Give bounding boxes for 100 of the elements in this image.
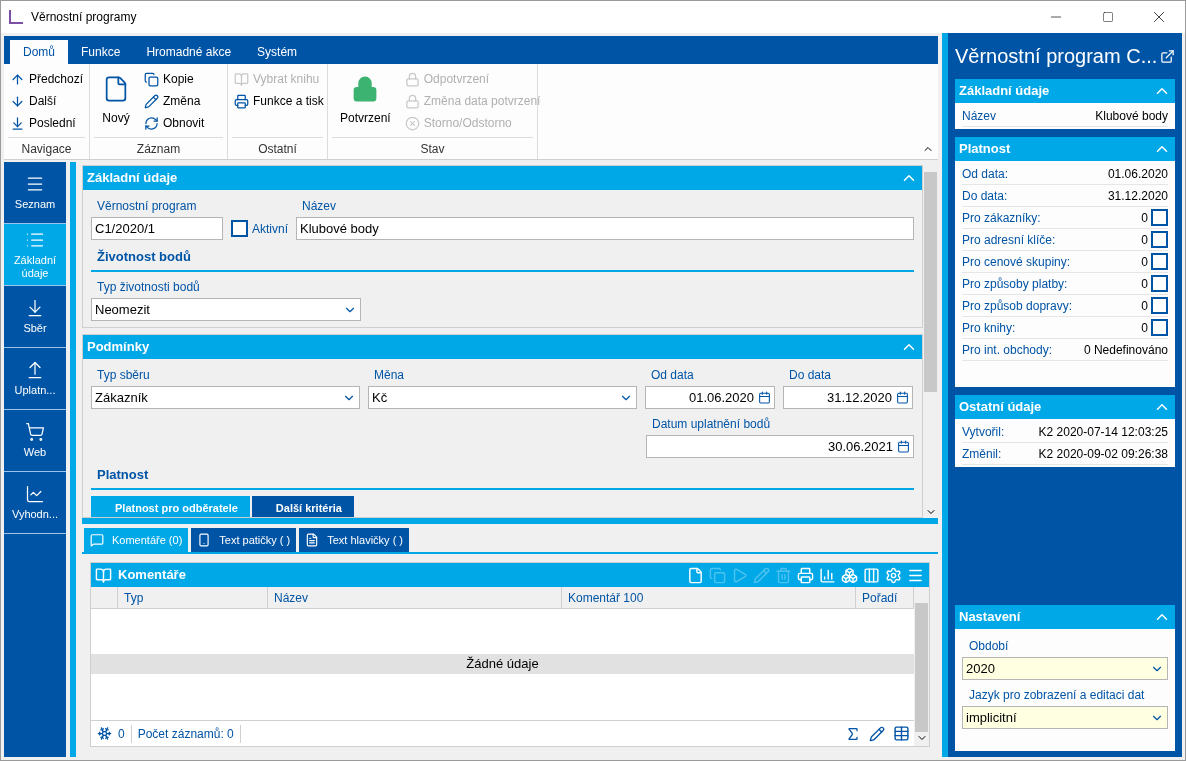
subsection-title: Životnost bodů [97,249,191,264]
row-value: 31.12.2020 [1107,187,1168,205]
row-value: K2 2020-09-02 09:26:38 [1038,445,1168,463]
row-value: 0 [1141,275,1148,293]
document-icon[interactable] [687,566,704,584]
tab[interactable]: Text hlavičky ( ) [299,528,409,552]
row-label: Do data: [962,187,1008,205]
pencil-icon [144,93,159,109]
nav-item[interactable]: Sběr [4,286,66,348]
checkbox[interactable] [1151,297,1168,314]
settings-dropdown[interactable]: 2020 [962,657,1168,680]
grid-title: Komentáře [118,566,186,585]
lifetime-dropdown[interactable]: Neomezit [91,298,361,321]
checkbox[interactable] [1151,319,1168,336]
section-title: Podmínky [87,338,150,357]
ribbon-tab[interactable]: Hromadné akce [133,40,245,64]
row-label: Název [962,107,996,125]
checkbox[interactable] [1151,231,1168,248]
field-label: Období [969,639,1009,653]
arrow-up-icon [10,71,25,87]
nav-item[interactable]: Web [4,410,66,472]
field-label: Věrnostní program [97,199,197,213]
row-label: Pro zákazníky: [962,209,1041,227]
collect-dropdown[interactable]: Zákazník [91,386,360,409]
field-label: Do data [789,368,832,382]
calendar-icon[interactable] [897,440,910,453]
nav-item[interactable]: Uplatn... [4,348,66,410]
row-value: 0 [1141,253,1148,271]
pencil-icon[interactable] [869,725,885,742]
date-field[interactable]: 30.06.2021 [646,435,914,458]
row-value: K2 2020-07-14 12:03:25 [1038,423,1168,441]
bar-chart-icon[interactable] [819,566,836,584]
name-field[interactable]: Klubové body [296,217,914,240]
ribbon-button[interactable]: Funkce a tisk [234,90,324,112]
lock-icon [404,93,420,109]
row-label: Pro adresní klíče: [962,231,1056,249]
columns-icon[interactable] [863,566,880,584]
row-value: 0 [1141,319,1148,337]
nav-item[interactable]: Vyhodn... [4,472,66,534]
field-label: Typ životnosti bodů [97,280,200,294]
checkbox[interactable] [1151,275,1168,292]
ribbon-button[interactable]: Kopie [144,68,205,90]
tab[interactable]: Text patičky ( ) [191,528,297,552]
section-title: Základní údaje [87,169,178,188]
calendar-icon[interactable] [758,391,771,404]
row-label: Pro int. obchody: [962,341,1053,359]
section-title: Nastavení [959,608,1021,627]
row-label: Od data: [962,165,1009,183]
field-label: Datum uplatnění bodů [652,417,771,431]
sum-icon[interactable] [845,725,861,742]
column-header[interactable]: Komentář 100 [562,587,856,608]
column-header[interactable]: Typ [118,587,268,608]
calendar-icon[interactable] [896,391,909,404]
program-field[interactable]: C1/2020/1 [91,217,223,240]
ribbon-button[interactable]: Potvrzení [334,68,397,134]
group-title: Navigace [21,140,72,158]
row-value: 01.06.2020 [1107,165,1168,183]
arrow-to-line-icon [10,115,25,131]
ribbon-button[interactable]: Další [10,90,84,112]
printer-icon[interactable] [797,566,814,584]
maximize-icon[interactable] [1102,11,1114,23]
phone-icon [197,533,212,547]
arrow-down-icon [10,93,25,109]
checkbox[interactable] [1151,253,1168,270]
panel-title: Věrnostní program C... [955,44,1158,69]
field-label: Od data [651,368,694,382]
tab[interactable]: Další kritéria [251,496,354,517]
book-icon [95,566,112,584]
group-title: Ostatní [258,140,297,158]
popout-icon[interactable] [1160,48,1175,64]
snowflake-icon[interactable] [97,726,112,741]
ribbon-button[interactable]: Změna [144,90,205,112]
printer-icon [234,93,249,109]
copy-icon [144,71,159,87]
row-value: 0 [1141,209,1148,227]
row-label: Pro způsob dopravy: [962,297,1073,315]
settings-dropdown[interactable]: implicitní [962,706,1168,729]
column-header[interactable]: Název [268,587,562,608]
group-title: Stav [420,140,445,158]
scrollbar[interactable] [914,587,929,746]
ribbon-button[interactable]: Poslední [10,112,84,134]
currency-dropdown[interactable]: Kč [368,386,637,409]
checkbox[interactable] [231,220,248,237]
date-field[interactable]: 31.12.2020 [783,386,913,409]
ribbon-tab[interactable]: Domů [10,40,68,64]
field-label: Typ sběru [97,368,150,382]
ribbon-button[interactable]: Předchozí [10,68,84,90]
cubes-icon[interactable] [841,566,858,584]
ribbon-button[interactable]: Obnovit [144,112,205,134]
field-label: Název [302,199,337,213]
row-value: 0 [1141,231,1148,249]
date-field[interactable]: 01.06.2020 [645,386,775,409]
ribbon-button[interactable]: Nový [96,68,136,134]
gear-icon[interactable] [885,566,902,584]
ribbon-tab[interactable]: Funkce [68,40,134,64]
row-value: 0 [1141,297,1148,315]
section-title: Základní údaje [959,82,1050,101]
ribbon-tab[interactable]: Systém [244,40,311,64]
checkbox[interactable] [1151,209,1168,226]
document-icon [305,533,320,547]
